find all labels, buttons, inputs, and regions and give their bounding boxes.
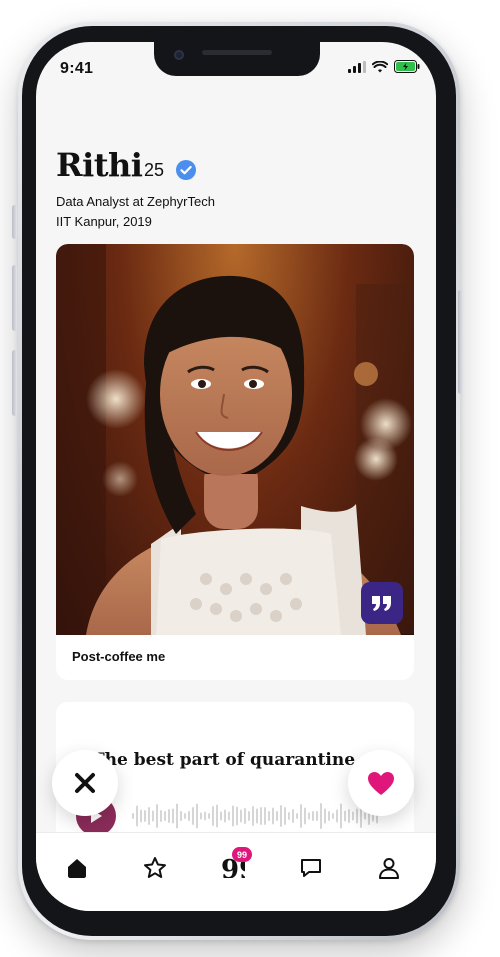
profile-name: Rithi	[56, 146, 143, 184]
front-camera	[174, 50, 184, 60]
wifi-icon	[372, 60, 388, 72]
likes-count-badge: 99	[232, 847, 252, 862]
voice-waveform	[132, 803, 378, 829]
status-icons	[348, 60, 420, 73]
skip-button[interactable]	[52, 750, 118, 816]
profile-photo-illustration	[56, 244, 414, 635]
status-time: 9:41	[60, 60, 94, 77]
signal-icon	[348, 60, 366, 73]
chat-icon	[301, 859, 321, 877]
close-icon	[75, 773, 95, 793]
photo-card[interactable]: Post-coffee me	[56, 244, 414, 680]
side-button-power	[458, 290, 463, 394]
profile-education: IIT Kanpur, 2019	[56, 214, 152, 229]
comment-quote-button[interactable]	[361, 582, 403, 624]
nav-profile[interactable]	[374, 853, 404, 883]
side-button-silent	[12, 205, 17, 239]
nav-home[interactable]	[62, 853, 92, 883]
nav-matches[interactable]	[296, 853, 326, 883]
photo-caption: Post-coffee me	[72, 649, 166, 664]
app-screen: 9:41 Rithi 25 Data Analyst at ZephyrTech…	[36, 42, 436, 911]
heart-icon	[368, 771, 394, 795]
nav-standouts[interactable]	[140, 853, 170, 883]
profile-photo	[56, 244, 414, 635]
notch	[154, 42, 320, 76]
earpiece-speaker	[202, 50, 272, 55]
home-icon	[68, 859, 86, 878]
prompt-title: The best part of quarantine	[92, 750, 356, 770]
quote-icon	[372, 596, 391, 611]
profile-job: Data Analyst at ZephyrTech	[56, 194, 215, 209]
profile-icon	[379, 858, 399, 879]
bottom-navigation: 99 99	[36, 832, 436, 911]
profile-age: 25	[144, 160, 165, 180]
verified-badge-icon	[176, 160, 196, 180]
side-button-volume-up	[12, 265, 17, 331]
side-button-volume-down	[12, 350, 17, 416]
battery-icon	[394, 60, 420, 73]
star-icon	[144, 857, 166, 878]
like-button[interactable]	[348, 750, 414, 816]
